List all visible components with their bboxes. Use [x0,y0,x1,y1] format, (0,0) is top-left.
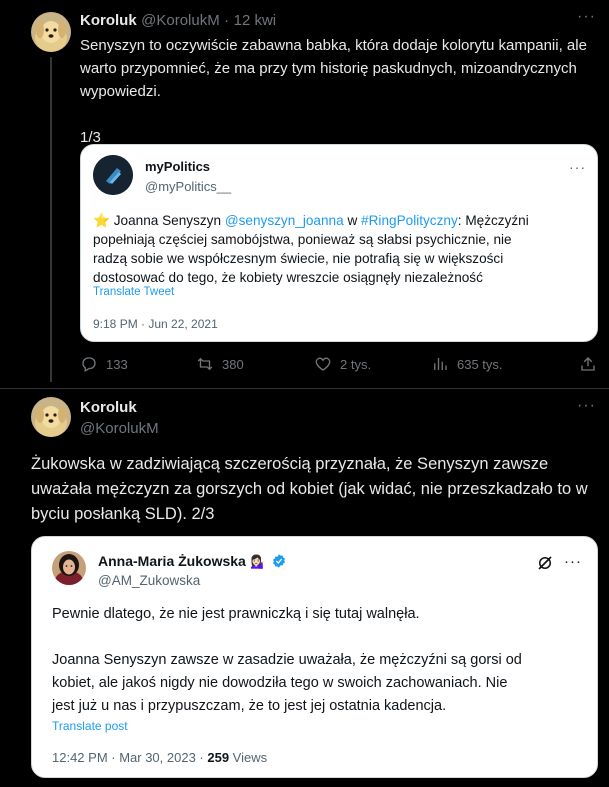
tweet-text: Żukowska w zadziwiającą szczerością przy… [31,452,601,527]
quoted-paragraph: Pewnie dlatego, że nie jest prawniczką i… [52,606,420,622]
quoted-tweet-text: Pewnie dlatego, że nie jest prawniczką i… [52,603,587,718]
author-name[interactable]: Koroluk [80,12,137,29]
reply-icon [82,357,96,372]
tweet-text-line: Senyszyn to oczywiście zabawna babka, kt… [80,37,587,54]
quoted-author-name: myPolitics [145,159,211,174]
views-count: 635 tys. [457,356,503,372]
more-icon[interactable]: ··· [577,8,596,26]
verified-badge-icon [271,553,287,574]
tweet-text-line: warto przypomnieć, że ma przy tym histor… [80,60,577,77]
tweet-divider [0,388,609,389]
quoted-author-row: Anna-Maria Żukowska 💁🏻‍♀️ [98,553,287,574]
views-count: 259 [207,750,230,765]
hashtag-link[interactable]: #RingPolityczny [361,213,458,228]
share-icon [581,357,595,371]
grok-icon[interactable] [536,554,554,577]
quoted-timestamp[interactable]: 9:18 PM · Jun 22, 2021 [93,317,218,331]
quoted-author-handle: @AM_Zukowska [98,573,201,588]
like-count: 2 tys. [340,356,372,372]
reply-button[interactable]: 133 [80,355,128,373]
quoted-author-name: Anna-Maria Żukowska [98,553,246,569]
mention-link[interactable]: @senyszyn_joanna [225,213,344,228]
more-icon[interactable]: ··· [564,553,582,570]
tweet-text-line: Żukowska w zadziwiającą szczerością przy… [31,455,549,473]
author-name[interactable]: Koroluk [80,399,137,416]
quoted-author-handle: @myPolitics__ [145,179,232,194]
repost-count: 380 [222,356,244,372]
more-icon[interactable]: ··· [577,397,596,415]
tweet-time[interactable]: 12 kwi [234,12,277,29]
quoted-avatar [52,551,86,585]
views-icon [434,358,447,370]
thread-connector-line [50,57,52,382]
tweet-text-line: byciu posłanką SLD). 2/3 [31,505,215,523]
share-button[interactable] [579,355,597,373]
tweet-text-line: wypowiedzi. [80,83,161,100]
repost-button[interactable]: 380 [196,355,244,373]
star-emoji: ⭐ [93,213,110,228]
author-handle[interactable]: @KorolukM [80,420,159,437]
quoted-tweet-card[interactable]: Anna-Maria Żukowska 💁🏻‍♀️ @AM_Zukowska ·… [31,536,598,778]
repost-icon [197,357,213,371]
author-handle[interactable]: @KorolukM [141,12,220,29]
views-button[interactable]: 635 tys. [431,355,503,373]
tweet-header: Koroluk @KorolukM · 12 kwi [80,12,276,30]
translate-link[interactable]: Translate Tweet [93,286,174,298]
tweet-text: Senyszyn to oczywiście zabawna babka, kt… [80,34,600,149]
reply-count: 133 [106,356,128,372]
dot-separator: · [224,12,230,29]
heart-icon [315,357,331,371]
avatar[interactable] [31,12,71,52]
quoted-tweet-text: ⭐ Joanna Senyszyn @senyszyn_joanna w #Ri… [93,213,529,285]
quoted-timestamp[interactable]: 12:42 PM · Mar 30, 2023 · 259 Views [52,750,267,765]
more-icon[interactable]: ··· [569,159,586,175]
like-button[interactable]: 2 tys. [314,355,371,373]
author-emoji: 💁🏻‍♀️ [250,554,267,569]
quoted-avatar [93,155,133,195]
avatar[interactable] [31,397,71,437]
translate-link[interactable]: Translate post [52,719,128,733]
quoted-tweet-card[interactable]: myPolitics @myPolitics__ ··· ⭐ Joanna Se… [80,144,598,342]
tweet-text-line: uważała mężczyzn za gorszych od kobiet (… [31,480,588,498]
